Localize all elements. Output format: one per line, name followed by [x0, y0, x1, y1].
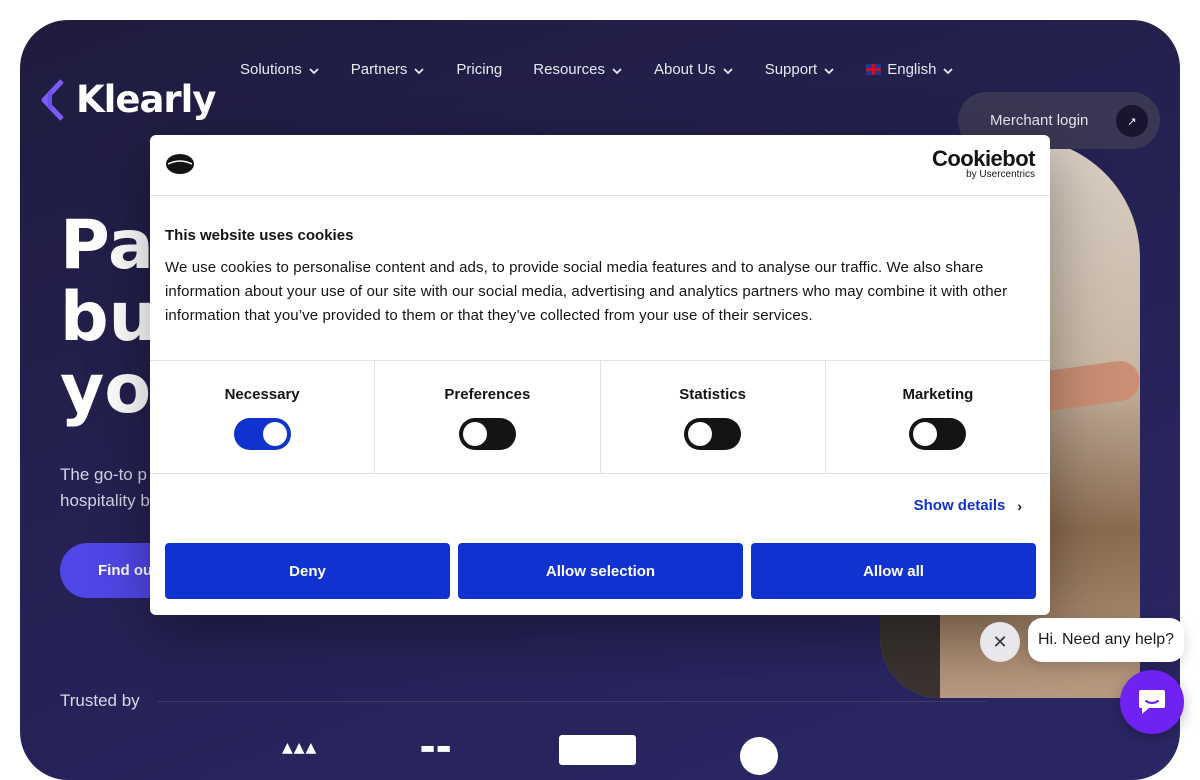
nav-label: About Us	[653, 61, 716, 78]
nav-about-us[interactable]: About Us	[654, 61, 734, 78]
toggle-necessary: Necessary	[150, 361, 376, 473]
allow-selection-button[interactable]: Allow selection	[458, 543, 743, 599]
switch-knob	[913, 422, 938, 446]
chevron-down-icon	[413, 64, 425, 76]
cookiebot-brand-name: Cookiebot	[931, 146, 1036, 171]
nav-label: Partners	[350, 61, 408, 78]
nav-label: Resources	[533, 61, 605, 78]
nav-support[interactable]: Support	[765, 61, 836, 78]
cookie-title: This website uses cookies	[165, 227, 354, 244]
chevron-down-icon	[611, 64, 623, 76]
klearly-logo[interactable]: Klearly	[40, 78, 216, 121]
toggle-label: Preferences	[444, 386, 531, 403]
chevron-right-icon: ›	[1017, 497, 1022, 514]
merchant-login-label: Merchant login	[990, 112, 1089, 129]
nav-pricing[interactable]: Pricing	[456, 61, 502, 78]
chevron-down-icon	[308, 64, 320, 76]
language-label: English	[887, 61, 937, 78]
main-nav: Solutions Partners Pricing Resources Abo…	[240, 61, 985, 78]
arrow-up-right-icon: ↗	[1116, 105, 1148, 137]
uk-flag-icon	[866, 64, 882, 75]
deny-button[interactable]: Deny	[165, 543, 450, 599]
nav-partners[interactable]: Partners	[351, 61, 426, 78]
nav-solutions[interactable]: Solutions	[240, 61, 320, 78]
subtext-line: hospitality b	[60, 491, 150, 510]
toggle-statistics: Statistics	[601, 361, 826, 473]
cookiebot-brand[interactable]: Cookiebot by Usercentrics	[931, 146, 1036, 181]
chevron-down-icon	[942, 64, 954, 76]
logo-text: Klearly	[76, 78, 216, 121]
show-details-label: Show details	[913, 497, 1006, 514]
statistics-switch[interactable]	[684, 418, 742, 450]
language-selector[interactable]: English	[866, 61, 954, 78]
cookie-logo-icon	[166, 154, 194, 174]
partner-logo	[740, 737, 778, 775]
subtext-line: The go-to p	[60, 465, 147, 484]
toggle-label: Necessary	[224, 386, 300, 403]
chat-launcher-button[interactable]	[1120, 670, 1184, 734]
cookie-dialog-header: Cookiebot by Usercentrics	[150, 135, 1050, 196]
partner-logos: ▲▲▲ ▬▬	[20, 732, 1180, 780]
nav-label: Support	[764, 61, 818, 78]
chevron-down-icon	[823, 64, 835, 76]
switch-knob	[688, 422, 713, 446]
cookie-dialog-body: This website uses cookies We use cookies…	[150, 196, 1050, 361]
chat-greeting[interactable]: Hi. Need any help?	[1028, 618, 1184, 662]
chat-close-icon[interactable]: ✕	[980, 622, 1020, 662]
allow-all-button[interactable]: Allow all	[751, 543, 1036, 599]
toggle-preferences: Preferences	[375, 361, 601, 473]
chevron-down-icon	[722, 64, 734, 76]
preferences-switch[interactable]	[458, 418, 516, 450]
toggle-marketing: Marketing	[826, 361, 1050, 473]
klearly-logo-icon	[41, 78, 64, 121]
partner-logo: ▲▲▲	[282, 740, 318, 756]
chat-icon	[1139, 690, 1165, 714]
cookie-consent-dialog: Cookiebot by Usercentrics This website u…	[150, 135, 1050, 615]
trusted-by-label: Trusted by	[60, 691, 140, 710]
marketing-switch[interactable]	[909, 418, 967, 450]
nav-resources[interactable]: Resources	[533, 61, 623, 78]
partner-logo	[559, 735, 636, 765]
cookie-description: We use cookies to personalise content an…	[165, 259, 1008, 324]
switch-knob	[462, 422, 487, 446]
toggle-label: Statistics	[679, 386, 746, 403]
switch-knob	[262, 422, 287, 446]
cookie-toggles: Necessary Preferences Statistics Marketi…	[150, 361, 1050, 474]
nav-label: Pricing	[456, 61, 503, 78]
divider	[158, 701, 986, 702]
show-details-link[interactable]: Show details ›	[914, 497, 1022, 514]
toggle-label: Marketing	[902, 386, 974, 403]
cookie-buttons: Deny Allow selection Allow all	[165, 543, 1036, 599]
necessary-switch[interactable]	[233, 418, 291, 450]
nav-label: Solutions	[240, 61, 302, 78]
partner-logo: ▬▬	[420, 738, 453, 757]
hero-subtext: The go-to p hospitality b	[60, 462, 150, 514]
